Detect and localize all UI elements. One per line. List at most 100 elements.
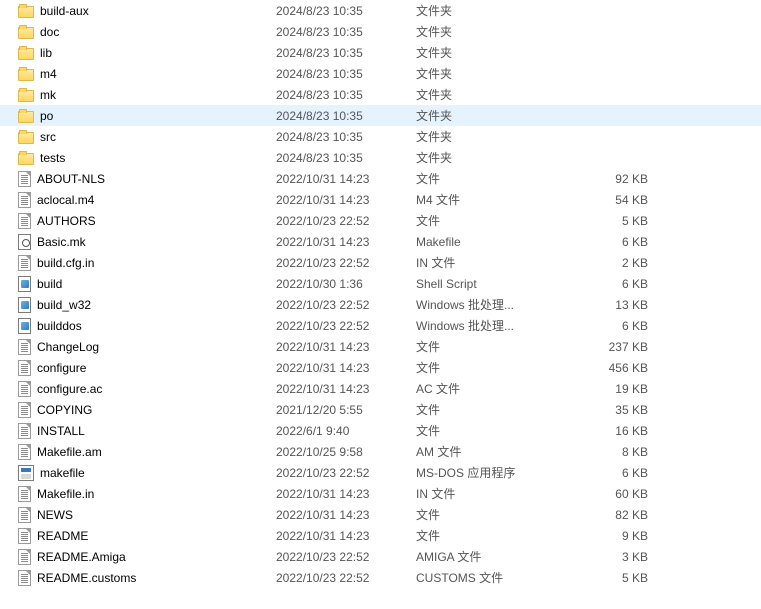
file-name-cell[interactable]: README xyxy=(18,528,276,544)
file-name-cell[interactable]: configure xyxy=(18,360,276,376)
file-name-cell[interactable]: README.customs xyxy=(18,570,276,586)
file-row[interactable]: tests2024/8/23 10:35文件夹 xyxy=(0,147,761,168)
file-name-cell[interactable]: builddos xyxy=(18,318,276,334)
file-name-cell[interactable]: po xyxy=(18,109,276,123)
file-name-cell[interactable]: build.cfg.in xyxy=(18,255,276,271)
file-type: 文件 xyxy=(416,422,576,439)
file-type: 文件夹 xyxy=(416,23,576,40)
file-name-cell[interactable]: Makefile.am xyxy=(18,444,276,460)
file-row[interactable]: po2024/8/23 10:35文件夹 xyxy=(0,105,761,126)
file-row[interactable]: configure.ac2022/10/31 14:23AC 文件19 KB xyxy=(0,378,761,399)
file-date: 2022/10/31 14:23 xyxy=(276,487,416,501)
file-name-cell[interactable]: README.Amiga xyxy=(18,549,276,565)
file-row[interactable]: README.customs2022/10/23 22:52CUSTOMS 文件… xyxy=(0,567,761,588)
file-name-cell[interactable]: doc xyxy=(18,25,276,39)
file-date: 2022/10/23 22:52 xyxy=(276,550,416,564)
file-name: Makefile.am xyxy=(37,445,102,459)
file-size: 2 KB xyxy=(576,256,656,270)
file-row[interactable]: COPYING2021/12/20 5:55文件35 KB xyxy=(0,399,761,420)
file-row[interactable]: Makefile.in2022/10/31 14:23IN 文件60 KB xyxy=(0,483,761,504)
file-name-cell[interactable]: aclocal.m4 xyxy=(18,192,276,208)
file-size: 9 KB xyxy=(576,529,656,543)
file-icon xyxy=(18,549,31,565)
file-date: 2022/10/31 14:23 xyxy=(276,529,416,543)
file-row[interactable]: build2022/10/30 1:36Shell Script6 KB xyxy=(0,273,761,294)
file-name-cell[interactable]: src xyxy=(18,130,276,144)
script-file-icon xyxy=(18,318,31,334)
file-type: 文件 xyxy=(416,212,576,229)
file-row[interactable]: makefile2022/10/23 22:52MS-DOS 应用程序6 KB xyxy=(0,462,761,483)
file-icon xyxy=(18,444,31,460)
file-name-cell[interactable]: configure.ac xyxy=(18,381,276,397)
file-row[interactable]: builddos2022/10/23 22:52Windows 批处理...6 … xyxy=(0,315,761,336)
file-date: 2022/10/31 14:23 xyxy=(276,382,416,396)
file-type: 文件 xyxy=(416,401,576,418)
file-name-cell[interactable]: AUTHORS xyxy=(18,213,276,229)
file-row[interactable]: mk2024/8/23 10:35文件夹 xyxy=(0,84,761,105)
file-row[interactable]: README.Amiga2022/10/23 22:52AMIGA 文件3 KB xyxy=(0,546,761,567)
file-row[interactable]: configure2022/10/31 14:23文件456 KB xyxy=(0,357,761,378)
settings-file-icon xyxy=(18,234,31,250)
file-row[interactable]: src2024/8/23 10:35文件夹 xyxy=(0,126,761,147)
file-row[interactable]: NEWS2022/10/31 14:23文件82 KB xyxy=(0,504,761,525)
file-icon xyxy=(18,423,31,439)
file-name: Basic.mk xyxy=(37,235,86,249)
file-row[interactable]: build-aux2024/8/23 10:35文件夹 xyxy=(0,0,761,21)
file-size: 6 KB xyxy=(576,319,656,333)
file-row[interactable]: aclocal.m42022/10/31 14:23M4 文件54 KB xyxy=(0,189,761,210)
file-name-cell[interactable]: build xyxy=(18,276,276,292)
file-name-cell[interactable]: Basic.mk xyxy=(18,234,276,250)
file-name-cell[interactable]: build_w32 xyxy=(18,297,276,313)
file-type: Shell Script xyxy=(416,277,576,291)
file-size: 6 KB xyxy=(576,277,656,291)
file-size: 237 KB xyxy=(576,340,656,354)
file-name: configure.ac xyxy=(37,382,102,396)
file-date: 2024/8/23 10:35 xyxy=(276,88,416,102)
file-type: IN 文件 xyxy=(416,254,576,271)
file-date: 2022/10/30 1:36 xyxy=(276,277,416,291)
file-date: 2024/8/23 10:35 xyxy=(276,109,416,123)
file-date: 2024/8/23 10:35 xyxy=(276,130,416,144)
file-row[interactable]: build.cfg.in2022/10/23 22:52IN 文件2 KB xyxy=(0,252,761,273)
file-name-cell[interactable]: makefile xyxy=(18,465,276,481)
file-list[interactable]: build-aux2024/8/23 10:35文件夹doc2024/8/23 … xyxy=(0,0,761,588)
file-size: 82 KB xyxy=(576,508,656,522)
file-row[interactable]: Makefile.am2022/10/25 9:58AM 文件8 KB xyxy=(0,441,761,462)
file-type: AM 文件 xyxy=(416,443,576,460)
file-name-cell[interactable]: Makefile.in xyxy=(18,486,276,502)
file-row[interactable]: doc2024/8/23 10:35文件夹 xyxy=(0,21,761,42)
file-name-cell[interactable]: COPYING xyxy=(18,402,276,418)
file-row[interactable]: lib2024/8/23 10:35文件夹 xyxy=(0,42,761,63)
file-row[interactable]: AUTHORS2022/10/23 22:52文件5 KB xyxy=(0,210,761,231)
file-type: CUSTOMS 文件 xyxy=(416,569,576,586)
file-date: 2022/10/23 22:52 xyxy=(276,256,416,270)
file-size: 35 KB xyxy=(576,403,656,417)
file-name-cell[interactable]: mk xyxy=(18,88,276,102)
file-name-cell[interactable]: tests xyxy=(18,151,276,165)
file-name-cell[interactable]: ABOUT-NLS xyxy=(18,171,276,187)
file-name: COPYING xyxy=(37,403,92,417)
file-row[interactable]: README2022/10/31 14:23文件9 KB xyxy=(0,525,761,546)
file-name-cell[interactable]: build-aux xyxy=(18,4,276,18)
file-row[interactable]: ChangeLog2022/10/31 14:23文件237 KB xyxy=(0,336,761,357)
file-name-cell[interactable]: ChangeLog xyxy=(18,339,276,355)
file-size: 6 KB xyxy=(576,466,656,480)
file-size: 5 KB xyxy=(576,214,656,228)
file-row[interactable]: Basic.mk2022/10/31 14:23Makefile6 KB xyxy=(0,231,761,252)
file-name-cell[interactable]: m4 xyxy=(18,67,276,81)
file-name-cell[interactable]: NEWS xyxy=(18,507,276,523)
file-name-cell[interactable]: lib xyxy=(18,46,276,60)
file-type: 文件 xyxy=(416,359,576,376)
folder-icon xyxy=(18,6,34,18)
file-row[interactable]: ABOUT-NLS2022/10/31 14:23文件92 KB xyxy=(0,168,761,189)
file-size: 60 KB xyxy=(576,487,656,501)
file-date: 2024/8/23 10:35 xyxy=(276,25,416,39)
file-size: 54 KB xyxy=(576,193,656,207)
file-date: 2022/10/23 22:52 xyxy=(276,298,416,312)
file-row[interactable]: INSTALL2022/6/1 9:40文件16 KB xyxy=(0,420,761,441)
file-name: mk xyxy=(40,88,56,102)
file-row[interactable]: build_w322022/10/23 22:52Windows 批处理...1… xyxy=(0,294,761,315)
file-name-cell[interactable]: INSTALL xyxy=(18,423,276,439)
file-row[interactable]: m42024/8/23 10:35文件夹 xyxy=(0,63,761,84)
file-type: 文件 xyxy=(416,506,576,523)
